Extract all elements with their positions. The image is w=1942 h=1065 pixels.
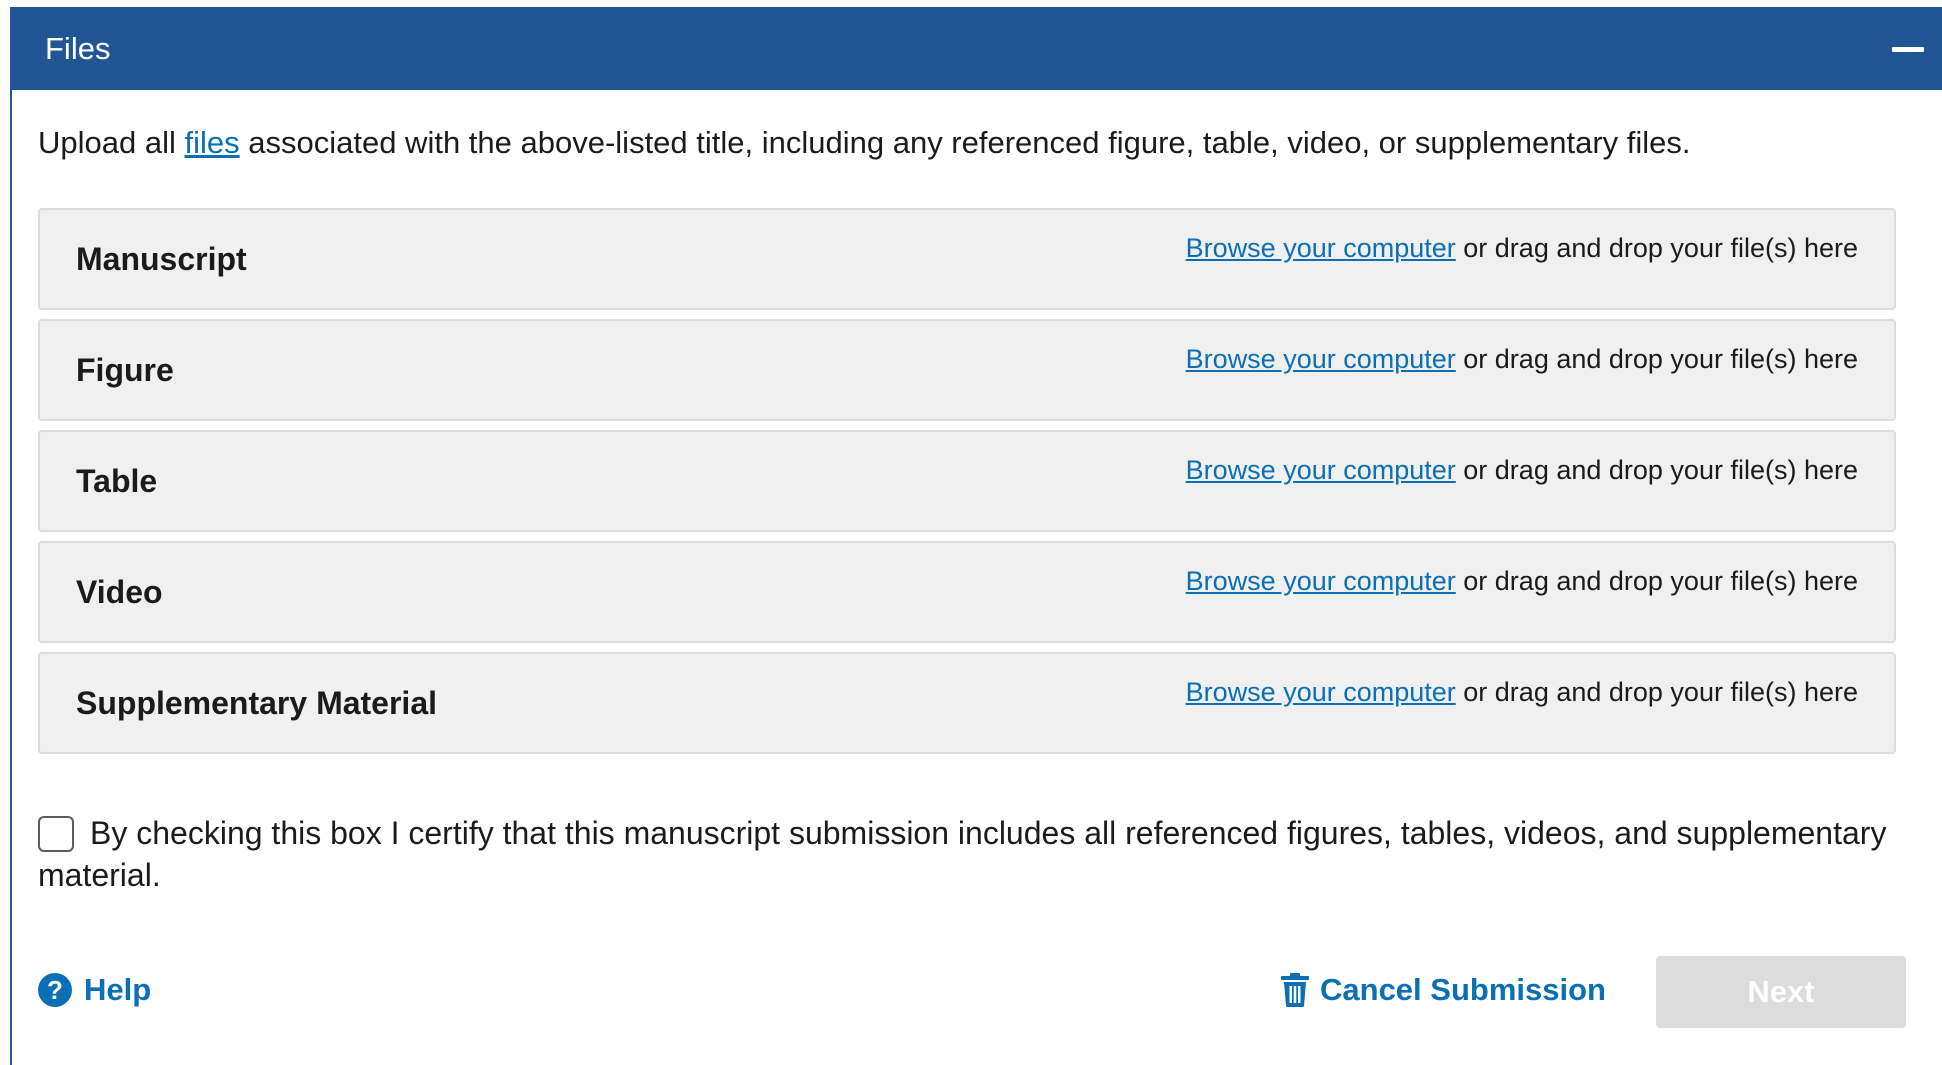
certify-checkbox[interactable] <box>38 816 74 852</box>
browse-computer-link[interactable]: Browse your computer <box>1186 344 1456 374</box>
browse-computer-link[interactable]: Browse your computer <box>1186 455 1456 485</box>
drop-zone-text: Browse your computer or drag and drop yo… <box>1186 563 1858 599</box>
trash-icon <box>1281 973 1309 1007</box>
intro-text-before: Upload all <box>38 125 185 160</box>
drop-hint: or drag and drop your file(s) here <box>1455 344 1858 374</box>
upload-row-figure[interactable]: Figure Browse your computer or drag and … <box>38 319 1896 421</box>
drop-hint: or drag and drop your file(s) here <box>1455 677 1858 707</box>
drop-zone-text: Browse your computer or drag and drop yo… <box>1186 674 1858 710</box>
intro-text-after: associated with the above-listed title, … <box>239 125 1691 160</box>
drop-zone-text: Browse your computer or drag and drop yo… <box>1186 230 1858 266</box>
drop-hint: or drag and drop your file(s) here <box>1455 566 1858 596</box>
row-label: Table <box>76 463 158 499</box>
certify-statement: By checking this box I certify that this… <box>38 812 1908 896</box>
minus-icon <box>1892 47 1924 52</box>
drop-zone-text: Browse your computer or drag and drop yo… <box>1186 341 1858 377</box>
help-button[interactable]: ? Help <box>38 955 151 1025</box>
next-button[interactable]: Next <box>1656 956 1906 1028</box>
browse-computer-link[interactable]: Browse your computer <box>1186 677 1456 707</box>
panel-header: Files <box>10 7 1942 90</box>
cancel-submission-button[interactable]: Cancel Submission <box>1280 955 1606 1025</box>
drop-hint: or drag and drop your file(s) here <box>1455 233 1858 263</box>
certify-text: By checking this box I certify that this… <box>38 815 1887 893</box>
row-label: Manuscript <box>76 241 247 277</box>
cancel-label: Cancel Submission <box>1320 972 1606 1007</box>
upload-row-video[interactable]: Video Browse your computer or drag and d… <box>38 541 1896 643</box>
upload-row-manuscript[interactable]: Manuscript Browse your computer or drag … <box>38 208 1896 310</box>
row-label: Video <box>76 574 163 610</box>
files-link[interactable]: files <box>184 125 239 160</box>
help-label: Help <box>84 972 152 1007</box>
panel-title: Files <box>45 31 111 66</box>
browse-computer-link[interactable]: Browse your computer <box>1186 566 1456 596</box>
row-label: Supplementary Material <box>76 685 437 721</box>
collapse-button[interactable] <box>1884 35 1934 65</box>
row-label: Figure <box>76 352 174 388</box>
question-circle-icon: ? <box>38 973 72 1007</box>
files-panel: Files <box>10 7 1942 1065</box>
drop-hint: or drag and drop your file(s) here <box>1455 455 1858 485</box>
upload-row-table[interactable]: Table Browse your computer or drag and d… <box>38 430 1896 532</box>
browse-computer-link[interactable]: Browse your computer <box>1186 233 1456 263</box>
intro-text: Upload all files associated with the abo… <box>38 123 1691 163</box>
upload-row-supplementary-material[interactable]: Supplementary Material Browse your compu… <box>38 652 1896 754</box>
drop-zone-text: Browse your computer or drag and drop yo… <box>1186 452 1858 488</box>
